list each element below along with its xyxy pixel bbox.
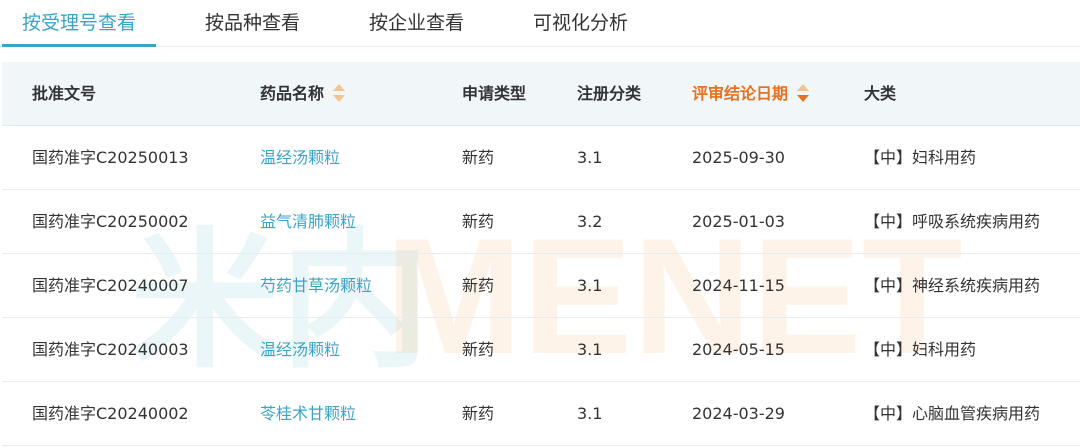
header-review-date[interactable]: 评审结论日期	[692, 62, 810, 126]
approval-number-cell: 国药准字C20240003	[32, 340, 189, 359]
registration-class-cell: 3.1	[577, 148, 603, 167]
sort-descending-icon[interactable]	[796, 82, 810, 104]
tab-bar: 按受理号查看 按品种查看 按企业查看 可视化分析	[0, 0, 1080, 47]
drug-name-link[interactable]: 芍药甘草汤颗粒	[260, 254, 372, 318]
tab-visual-analysis[interactable]: 可视化分析	[518, 0, 643, 47]
application-type-cell: 新药	[462, 276, 495, 295]
drug-name-link[interactable]: 温经汤颗粒	[260, 318, 340, 382]
header-review-date-label: 评审结论日期	[692, 84, 789, 103]
category-cell: 【中】呼吸系统疾病用药	[864, 212, 1041, 231]
approval-number-cell: 国药准字C20250002	[32, 212, 189, 231]
header-drug-name[interactable]: 药品名称	[260, 62, 346, 126]
tab-by-variety[interactable]: 按品种查看	[190, 0, 315, 47]
header-application-type: 申请类型	[462, 84, 527, 103]
category-cell: 【中】妇科用药	[864, 148, 977, 167]
review-date-cell: 2024-11-15	[692, 276, 785, 295]
registration-class-cell: 3.1	[577, 276, 603, 295]
sort-icon[interactable]	[332, 82, 346, 104]
table-row: 国药准字C20240002 苓桂术甘颗粒 新药 3.1 2024-03-29 【…	[2, 382, 1080, 446]
review-date-cell: 2025-09-30	[692, 148, 785, 167]
category-cell: 【中】心脑血管疾病用药	[864, 404, 1041, 423]
drug-name-link[interactable]: 温经汤颗粒	[260, 126, 340, 190]
table-row: 国药准字C20250002 益气清肺颗粒 新药 3.2 2025-01-03 【…	[2, 190, 1080, 254]
table-header-row: 批准文号 药品名称 申请类型 注册分类 评审结论日期 大类	[2, 62, 1080, 126]
drug-name-link[interactable]: 苓桂术甘颗粒	[260, 382, 356, 446]
tab-by-acceptance-number[interactable]: 按受理号查看	[2, 0, 156, 47]
header-approval-number: 批准文号	[32, 84, 97, 103]
table-row: 国药准字C20250013 温经汤颗粒 新药 3.1 2025-09-30 【中…	[2, 126, 1080, 190]
active-tab-indicator	[2, 44, 156, 47]
application-type-cell: 新药	[462, 404, 495, 423]
approval-number-cell: 国药准字C20240007	[32, 276, 189, 295]
review-date-cell: 2024-03-29	[692, 404, 785, 423]
approval-table: 米内 MENET 批准文号 药品名称 申请类型 注册分类 评审结论日期 大类 国…	[0, 62, 1080, 447]
review-date-cell: 2024-05-15	[692, 340, 785, 359]
application-type-cell: 新药	[462, 340, 495, 359]
drug-name-link[interactable]: 益气清肺颗粒	[260, 190, 356, 254]
application-type-cell: 新药	[462, 148, 495, 167]
registration-class-cell: 3.1	[577, 404, 603, 423]
header-drug-name-label: 药品名称	[260, 84, 325, 103]
table-row: 国药准字C20240003 温经汤颗粒 新药 3.1 2024-05-15 【中…	[2, 318, 1080, 382]
approval-number-cell: 国药准字C20240002	[32, 404, 189, 423]
review-date-cell: 2025-01-03	[692, 212, 785, 231]
category-cell: 【中】妇科用药	[864, 340, 977, 359]
registration-class-cell: 3.1	[577, 340, 603, 359]
tab-by-enterprise[interactable]: 按企业查看	[354, 0, 479, 47]
header-registration-class: 注册分类	[577, 84, 642, 103]
category-cell: 【中】神经系统疾病用药	[864, 276, 1041, 295]
approval-number-cell: 国药准字C20250013	[32, 148, 189, 167]
registration-class-cell: 3.2	[577, 212, 603, 231]
application-type-cell: 新药	[462, 212, 495, 231]
header-category: 大类	[864, 84, 897, 103]
table-row: 国药准字C20240007 芍药甘草汤颗粒 新药 3.1 2024-11-15 …	[2, 254, 1080, 318]
